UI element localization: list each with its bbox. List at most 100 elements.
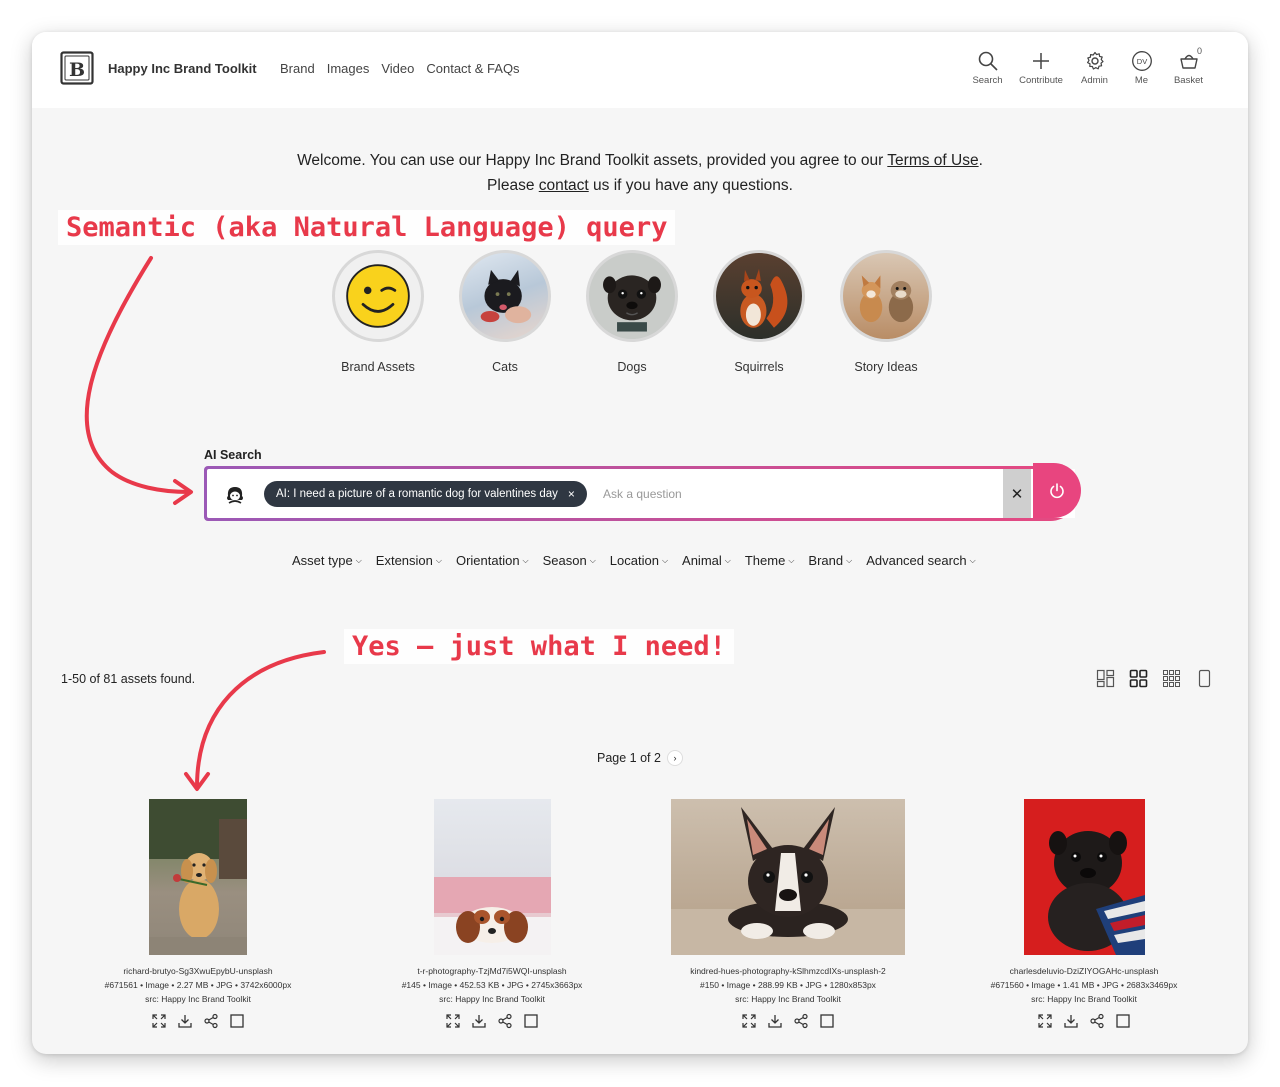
result-source: src: Happy Inc Brand Toolkit bbox=[735, 994, 841, 1004]
header-actions: Search Contribute Admin DV Me 0 Basket bbox=[964, 46, 1212, 86]
filter-bar: Asset type ⌵ Extension ⌵ Orientation ⌵ Seas… bbox=[292, 553, 976, 568]
result-info: #150 • Image • 288.99 KB • JPG • 1280x85… bbox=[700, 980, 876, 990]
result-thumbnail[interactable] bbox=[149, 799, 247, 955]
ai-search-label: AI Search bbox=[204, 448, 262, 462]
ask-question-input[interactable] bbox=[603, 481, 993, 507]
brand-logo-icon[interactable]: B bbox=[60, 51, 94, 85]
header-admin-button[interactable]: Admin bbox=[1071, 50, 1118, 86]
filter-advanced-search[interactable]: Advanced search ⌵ bbox=[866, 553, 976, 568]
chevron-down-icon: ⌵ bbox=[435, 555, 442, 565]
download-icon[interactable] bbox=[1063, 1013, 1079, 1029]
search-label: Search bbox=[972, 75, 1003, 86]
close-icon: ✕ bbox=[1010, 485, 1024, 503]
query-chip[interactable]: AI: I need a picture of a romantic dog f… bbox=[264, 481, 587, 507]
basket-label: Basket bbox=[1173, 75, 1204, 86]
filter-label: Location bbox=[609, 553, 659, 568]
annotation-just-what-i-need: Yes – just what I need! bbox=[344, 629, 734, 664]
category-squirrels[interactable]: Squirrels bbox=[713, 250, 805, 374]
result-source: src: Happy Inc Brand Toolkit bbox=[439, 994, 545, 1004]
nav-video[interactable]: Video bbox=[381, 61, 414, 76]
category-strip: Brand Assets Cats Dogs Squirrels Story I… bbox=[332, 250, 932, 374]
expand-icon[interactable] bbox=[151, 1013, 167, 1029]
filter-label: Extension bbox=[375, 553, 433, 568]
clear-search-button[interactable]: ✕ bbox=[1003, 469, 1031, 518]
header-search-button[interactable]: Search bbox=[964, 50, 1011, 86]
me-label: Me bbox=[1134, 75, 1149, 86]
page-indicator: Page 1 of 2 bbox=[597, 751, 661, 765]
result-card: t-r-photography-TzjMd7i5WQI-unsplash #14… bbox=[377, 799, 607, 1029]
contact-link[interactable]: contact bbox=[539, 177, 589, 194]
results-count: 1-50 of 81 assets found. bbox=[61, 672, 196, 686]
expand-icon[interactable] bbox=[445, 1013, 461, 1029]
result-thumbnail[interactable] bbox=[671, 799, 905, 955]
me-initials: DV bbox=[1136, 57, 1146, 66]
result-thumbnail[interactable] bbox=[433, 799, 551, 955]
masonry-view-icon[interactable] bbox=[1096, 669, 1115, 688]
single-view-icon[interactable] bbox=[1195, 669, 1214, 688]
category-image bbox=[586, 250, 678, 342]
share-icon[interactable] bbox=[497, 1013, 513, 1029]
filter-season[interactable]: Season ⌵ bbox=[543, 553, 596, 568]
welcome-line2: Please bbox=[487, 177, 539, 194]
share-icon[interactable] bbox=[203, 1013, 219, 1029]
chevron-down-icon: ⌵ bbox=[969, 555, 976, 565]
result-info: #671560 • Image • 1.41 MB • JPG • 2683x3… bbox=[990, 980, 1178, 990]
result-source: src: Happy Inc Brand Toolkit bbox=[1031, 994, 1137, 1004]
filter-label: Season bbox=[542, 553, 587, 568]
terms-of-use-link[interactable]: Terms of Use bbox=[887, 152, 978, 169]
share-icon[interactable] bbox=[793, 1013, 809, 1029]
select-checkbox[interactable] bbox=[1115, 1013, 1131, 1029]
header-me-button[interactable]: DV Me bbox=[1118, 50, 1165, 86]
nav-images[interactable]: Images bbox=[327, 61, 370, 76]
next-page-button[interactable]: › bbox=[666, 750, 683, 766]
select-checkbox[interactable] bbox=[523, 1013, 539, 1029]
ai-search-field: AI: I need a picture of a romantic dog f… bbox=[207, 469, 1075, 518]
nav-brand[interactable]: Brand bbox=[280, 61, 315, 76]
category-label: Brand Assets bbox=[341, 360, 415, 374]
grid-view-icon[interactable] bbox=[1129, 669, 1148, 688]
welcome-line2-end: us if you have any questions. bbox=[588, 177, 793, 194]
filter-orientation[interactable]: Orientation ⌵ bbox=[456, 553, 529, 568]
select-checkbox[interactable] bbox=[229, 1013, 245, 1029]
download-icon[interactable] bbox=[471, 1013, 487, 1029]
result-source: src: Happy Inc Brand Toolkit bbox=[145, 994, 251, 1004]
filter-brand[interactable]: Brand ⌵ bbox=[808, 553, 852, 568]
nav-contact-faqs[interactable]: Contact & FAQs bbox=[426, 61, 519, 76]
result-title[interactable]: richard-brutyo-Sg3XwuEpybU-unsplash bbox=[105, 964, 292, 978]
annotation-arrowhead-bottom bbox=[184, 772, 210, 791]
select-checkbox[interactable] bbox=[819, 1013, 835, 1029]
filter-location[interactable]: Location ⌵ bbox=[610, 553, 668, 568]
header-basket-button[interactable]: 0 Basket bbox=[1165, 46, 1212, 86]
result-meta: t-r-photography-TzjMd7i5WQI-unsplash #14… bbox=[402, 964, 583, 1006]
result-title[interactable]: kindred-hues-photography-kSlhmzcdIXs-uns… bbox=[690, 964, 886, 978]
result-actions bbox=[1037, 1013, 1131, 1029]
expand-icon[interactable] bbox=[1037, 1013, 1053, 1029]
chip-remove-button[interactable]: × bbox=[568, 487, 575, 501]
filter-label: Orientation bbox=[455, 553, 520, 568]
query-chip-text: AI: I need a picture of a romantic dog f… bbox=[276, 488, 558, 500]
category-story-ideas[interactable]: Story Ideas bbox=[840, 250, 932, 374]
category-image bbox=[713, 250, 805, 342]
small-grid-view-icon[interactable] bbox=[1162, 669, 1181, 688]
share-icon[interactable] bbox=[1089, 1013, 1105, 1029]
filter-animal[interactable]: Animal ⌵ bbox=[682, 553, 731, 568]
filter-label: Advanced search bbox=[866, 553, 967, 568]
user-initials-icon: DV bbox=[1131, 51, 1152, 71]
download-icon[interactable] bbox=[177, 1013, 193, 1029]
brand-name[interactable]: Happy Inc Brand Toolkit bbox=[108, 61, 257, 76]
header-contribute-button[interactable]: Contribute bbox=[1011, 50, 1071, 86]
filter-theme[interactable]: Theme ⌵ bbox=[745, 553, 795, 568]
boston-terrier-photo bbox=[671, 807, 905, 955]
category-brand-assets[interactable]: Brand Assets bbox=[332, 250, 424, 374]
category-cats[interactable]: Cats bbox=[459, 250, 551, 374]
filter-extension[interactable]: Extension ⌵ bbox=[376, 553, 442, 568]
filter-asset-type[interactable]: Asset type ⌵ bbox=[292, 553, 362, 568]
annotation-semantic-query: Semantic (aka Natural Language) query bbox=[58, 210, 676, 245]
category-dogs[interactable]: Dogs bbox=[586, 250, 678, 374]
expand-icon[interactable] bbox=[741, 1013, 757, 1029]
result-thumbnail[interactable] bbox=[1023, 799, 1145, 955]
result-title[interactable]: charlesdeluvio-DziZIYOGAHc-unsplash bbox=[991, 964, 1178, 978]
pug-red-background-photo bbox=[1047, 831, 1145, 955]
result-title[interactable]: t-r-photography-TzjMd7i5WQI-unsplash bbox=[402, 964, 583, 978]
download-icon[interactable] bbox=[767, 1013, 783, 1029]
